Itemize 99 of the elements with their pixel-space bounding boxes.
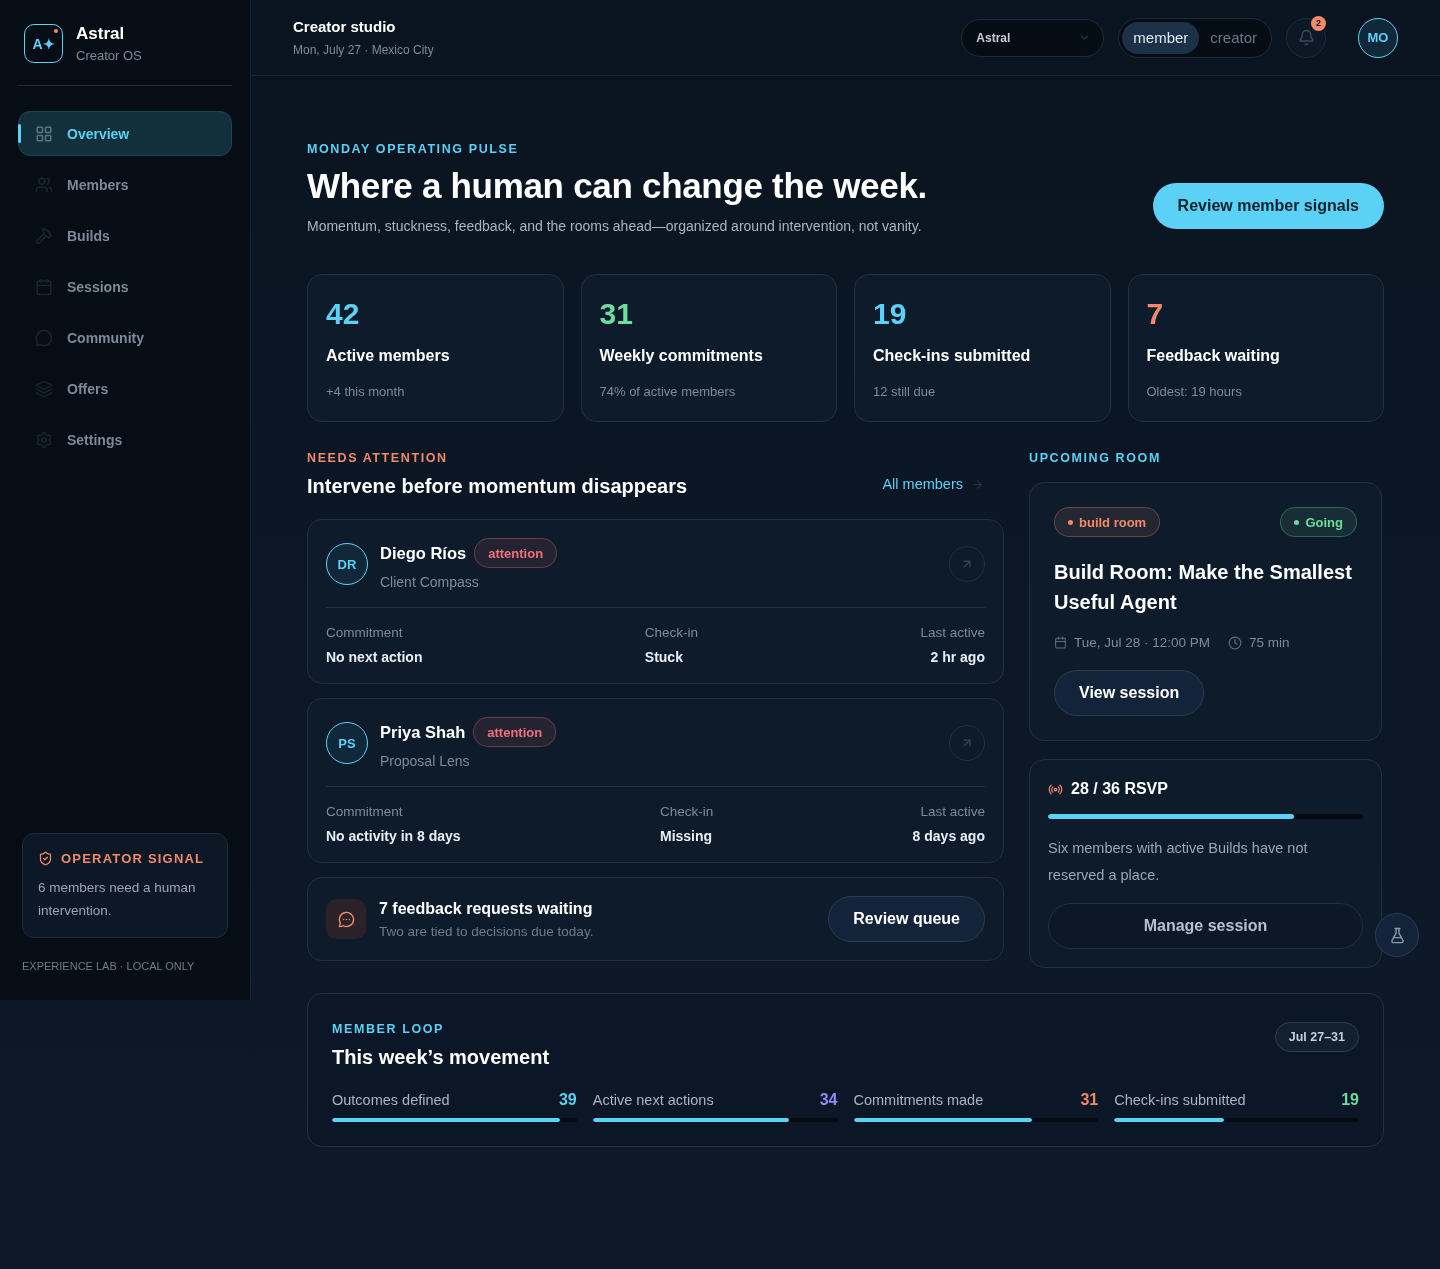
role-option[interactable]: creator (1199, 21, 1268, 54)
room-date: Tue, Jul 28 · 12:00 PM (1074, 635, 1211, 650)
footer-note: EXPERIENCE LAB · LOCAL ONLY (22, 960, 196, 972)
date-range-pill: Jul 27–31 (1274, 1022, 1359, 1052)
section-title: Intervene before momentum disappears (307, 475, 688, 498)
field-label: Check-in (644, 625, 699, 640)
grid-icon (35, 124, 53, 143)
metric-label: Active next actions (592, 1092, 714, 1108)
chat-bubble-icon (35, 328, 53, 347)
all-members-link[interactable]: All members (882, 476, 984, 492)
room-title: Build Room: Make the Smallest Useful Agent (1054, 560, 1353, 615)
calendar-icon (1054, 636, 1067, 649)
bell-icon (1297, 29, 1315, 46)
field-label: Last active (920, 625, 985, 640)
users-icon (35, 175, 53, 194)
feedback-title: 7 feedback requests waiting (379, 899, 594, 918)
workspace-select[interactable]: Astral (961, 18, 1105, 57)
stat-value: 7 (1146, 297, 1165, 331)
field-label: Last active (919, 804, 985, 819)
review-signals-button[interactable]: Review member signals (1152, 183, 1384, 229)
member-project: Proposal Lens (380, 753, 471, 769)
nav-item[interactable]: Builds (18, 213, 232, 258)
role-option[interactable]: member (1122, 21, 1200, 54)
nav-item[interactable]: Overview (18, 111, 232, 156)
app-logo: A✦ (24, 24, 63, 63)
metric-value: 31 (1080, 1091, 1099, 1109)
field-label: Check-in (659, 804, 714, 819)
metric-label: Check-ins submitted (1114, 1092, 1246, 1108)
brand-subtitle: Creator OS (76, 48, 142, 63)
section-eyebrow: MEMBER LOOP (332, 1022, 446, 1036)
stat-value: 31 (599, 297, 634, 331)
member-name: Diego Ríos (380, 543, 467, 563)
room-duration: 75 min (1249, 635, 1290, 650)
manage-session-button[interactable]: Manage session (1048, 903, 1363, 949)
member-project: Client Compass (380, 574, 480, 590)
stat-note: 74% of active members (599, 384, 737, 399)
feedback-subtitle: Two are tied to decisions due today. (379, 923, 595, 939)
field-value: 8 days ago (912, 828, 985, 844)
metric-value: 34 (819, 1091, 838, 1109)
rsvp-note: Six members with active Builds have not reserved a place. (1048, 839, 1309, 885)
view-session-button[interactable]: View session (1054, 670, 1205, 716)
clock-icon (1228, 635, 1243, 650)
settings-icon (35, 430, 53, 449)
member-avatar: DR (326, 543, 368, 585)
nav-item[interactable]: Offers (18, 366, 232, 411)
user-avatar[interactable]: MO (1358, 17, 1398, 58)
section-eyebrow: UPCOMING ROOM (1029, 451, 1162, 465)
metric-value: 39 (558, 1091, 577, 1109)
attention-tag: attention (474, 538, 558, 568)
stat-note: +4 this month (326, 384, 406, 399)
notifications-button[interactable]: 2 (1286, 17, 1326, 58)
stat-value: 19 (873, 297, 908, 331)
page-title: Creator studio (293, 18, 397, 35)
stat-label: Feedback waiting (1146, 347, 1281, 365)
review-queue-button[interactable]: Review queue (828, 896, 985, 942)
calendar-icon (35, 277, 53, 296)
section-title: This week’s movement (332, 1046, 550, 1069)
nav-item[interactable]: Sessions (18, 264, 232, 309)
page-subtitle: Mon, July 27 · Mexico City (293, 43, 435, 57)
signal-text: 6 members need a human intervention. (38, 879, 197, 920)
arrow-right-icon (971, 477, 984, 491)
hero-title: Where a human can change the week. (307, 166, 927, 206)
flask-button[interactable] (1375, 913, 1419, 957)
field-value: No activity in 8 days (326, 828, 461, 844)
stat-label: Check-ins submitted (873, 347, 1032, 365)
field-label: Commitment (326, 625, 404, 640)
attention-tag: attention (473, 717, 557, 747)
status-tag: Going (1280, 507, 1357, 537)
nav-item[interactable]: Settings (18, 417, 232, 462)
member-avatar: PS (326, 722, 368, 764)
stat-note: Oldest: 19 hours (1146, 384, 1243, 399)
rsvp-count: 28 / 36 RSVP (1071, 780, 1168, 798)
notification-count: 2 (1311, 15, 1326, 31)
field-value: Stuck (644, 649, 684, 665)
room-type-tag: build room (1054, 507, 1161, 537)
hero-subtitle: Momentum, stuckness, feedback, and the rooms ahead—organized around intervention, not vanity. (307, 218, 923, 234)
layers-icon (35, 379, 53, 398)
field-value: 2 hr ago (929, 649, 985, 665)
shield-check-icon (38, 851, 53, 866)
flask-icon (1388, 926, 1406, 944)
stat-label: Weekly commitments (599, 347, 764, 365)
stat-value: 42 (326, 297, 361, 331)
metric-value: 19 (1341, 1091, 1359, 1109)
stat-note: 12 still due (873, 384, 937, 399)
nav-item[interactable]: Community (18, 315, 232, 360)
field-value: No next action (326, 649, 423, 665)
member-name: Priya Shah (380, 722, 466, 742)
hero-eyebrow: MONDAY OPERATING PULSE (307, 142, 520, 156)
hammer-icon (35, 226, 53, 245)
field-label: Commitment (326, 804, 404, 819)
chat-bubble-icon (326, 899, 366, 939)
field-value: Missing (659, 828, 714, 844)
metric-label: Commitments made (853, 1092, 984, 1108)
section-eyebrow: NEEDS ATTENTION (307, 451, 449, 465)
signal-title: OPERATOR SIGNAL (61, 851, 205, 866)
brand-name: Astral (76, 24, 126, 44)
stat-label: Active members (326, 347, 451, 365)
nav-item[interactable]: Members (18, 162, 232, 207)
metric-label: Outcomes defined (332, 1092, 450, 1108)
